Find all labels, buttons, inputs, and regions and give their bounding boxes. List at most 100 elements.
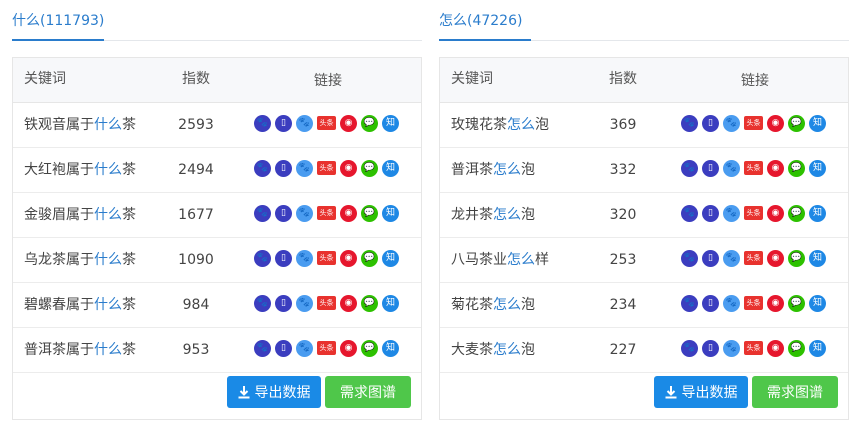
baidu-mobile-icon[interactable]: ▯: [702, 340, 719, 357]
baidu-mobile-icon[interactable]: ▯: [702, 295, 719, 312]
baidu-index-icon[interactable]: 🐾: [296, 205, 313, 222]
export-data-button[interactable]: 导出数据: [654, 376, 748, 408]
toutiao-icon[interactable]: 头条: [317, 161, 336, 175]
baidu-index-icon[interactable]: 🐾: [296, 340, 313, 357]
toutiao-icon[interactable]: 头条: [744, 251, 763, 265]
baidu-pc-icon[interactable]: 🐾: [254, 205, 271, 222]
request-graph-button[interactable]: 需求图谱: [325, 376, 411, 408]
tab-zenme[interactable]: 怎么(47226): [439, 10, 522, 30]
weibo-icon[interactable]: ◉: [767, 250, 784, 267]
wechat-icon[interactable]: 💬: [788, 160, 805, 177]
baidu-pc-icon[interactable]: 🐾: [681, 205, 698, 222]
baidu-index-icon[interactable]: 🐾: [723, 160, 740, 177]
weibo-icon[interactable]: ◉: [767, 115, 784, 132]
keyword-link[interactable]: 铁观音属于什么茶: [24, 103, 136, 147]
zhihu-icon[interactable]: 知: [382, 295, 399, 312]
keyword-link[interactable]: 大麦茶怎么泡: [451, 328, 535, 372]
wechat-icon[interactable]: 💬: [361, 340, 378, 357]
toutiao-icon[interactable]: 头条: [744, 161, 763, 175]
baidu-pc-icon[interactable]: 🐾: [681, 115, 698, 132]
keyword-link[interactable]: 玫瑰花茶怎么泡: [451, 103, 549, 147]
wechat-icon[interactable]: 💬: [788, 295, 805, 312]
baidu-pc-icon[interactable]: 🐾: [681, 295, 698, 312]
keyword-link[interactable]: 普洱茶属于什么茶: [24, 328, 136, 372]
baidu-mobile-icon[interactable]: ▯: [275, 250, 292, 267]
baidu-mobile-icon[interactable]: ▯: [275, 160, 292, 177]
baidu-mobile-icon[interactable]: ▯: [275, 295, 292, 312]
toutiao-icon[interactable]: 头条: [317, 116, 336, 130]
zhihu-icon[interactable]: 知: [809, 205, 826, 222]
keyword-link[interactable]: 碧螺春属于什么茶: [24, 283, 136, 327]
keyword-link[interactable]: 普洱茶怎么泡: [451, 148, 535, 192]
zhihu-icon[interactable]: 知: [382, 340, 399, 357]
baidu-index-icon[interactable]: 🐾: [296, 160, 313, 177]
zhihu-icon[interactable]: 知: [382, 250, 399, 267]
zhihu-icon[interactable]: 知: [809, 295, 826, 312]
wechat-icon[interactable]: 💬: [788, 115, 805, 132]
request-graph-button[interactable]: 需求图谱: [752, 376, 838, 408]
weibo-icon[interactable]: ◉: [340, 340, 357, 357]
baidu-index-icon[interactable]: 🐾: [723, 295, 740, 312]
baidu-index-icon[interactable]: 🐾: [296, 115, 313, 132]
weibo-icon[interactable]: ◉: [340, 160, 357, 177]
wechat-icon[interactable]: 💬: [788, 205, 805, 222]
keyword-link[interactable]: 菊花茶怎么泡: [451, 283, 535, 327]
baidu-pc-icon[interactable]: 🐾: [681, 160, 698, 177]
keyword-link[interactable]: 乌龙茶属于什么茶: [24, 238, 136, 282]
wechat-icon[interactable]: 💬: [788, 340, 805, 357]
baidu-index-icon[interactable]: 🐾: [723, 340, 740, 357]
toutiao-icon[interactable]: 头条: [744, 206, 763, 220]
baidu-index-icon[interactable]: 🐾: [723, 205, 740, 222]
toutiao-icon[interactable]: 头条: [317, 296, 336, 310]
weibo-icon[interactable]: ◉: [767, 205, 784, 222]
zhihu-icon[interactable]: 知: [809, 115, 826, 132]
keyword-link[interactable]: 大红袍属于什么茶: [24, 148, 136, 192]
zhihu-icon[interactable]: 知: [382, 160, 399, 177]
export-data-button[interactable]: 导出数据: [227, 376, 321, 408]
toutiao-icon[interactable]: 头条: [317, 206, 336, 220]
zhihu-icon[interactable]: 知: [809, 160, 826, 177]
toutiao-icon[interactable]: 头条: [744, 116, 763, 130]
toutiao-icon[interactable]: 头条: [744, 341, 763, 355]
baidu-index-icon[interactable]: 🐾: [723, 250, 740, 267]
weibo-icon[interactable]: ◉: [340, 250, 357, 267]
weibo-icon[interactable]: ◉: [340, 115, 357, 132]
baidu-mobile-icon[interactable]: ▯: [275, 340, 292, 357]
baidu-mobile-icon[interactable]: ▯: [702, 250, 719, 267]
baidu-pc-icon[interactable]: 🐾: [254, 250, 271, 267]
baidu-index-icon[interactable]: 🐾: [723, 115, 740, 132]
keyword-link[interactable]: 龙井茶怎么泡: [451, 193, 535, 237]
baidu-mobile-icon[interactable]: ▯: [275, 205, 292, 222]
wechat-icon[interactable]: 💬: [361, 115, 378, 132]
weibo-icon[interactable]: ◉: [767, 295, 784, 312]
baidu-pc-icon[interactable]: 🐾: [254, 115, 271, 132]
baidu-index-icon[interactable]: 🐾: [296, 250, 313, 267]
weibo-icon[interactable]: ◉: [340, 295, 357, 312]
zhihu-icon[interactable]: 知: [809, 250, 826, 267]
wechat-icon[interactable]: 💬: [361, 205, 378, 222]
baidu-mobile-icon[interactable]: ▯: [702, 115, 719, 132]
wechat-icon[interactable]: 💬: [361, 250, 378, 267]
weibo-icon[interactable]: ◉: [767, 160, 784, 177]
keyword-link[interactable]: 八马茶业怎么样: [451, 238, 549, 282]
baidu-pc-icon[interactable]: 🐾: [254, 295, 271, 312]
baidu-pc-icon[interactable]: 🐾: [681, 250, 698, 267]
weibo-icon[interactable]: ◉: [767, 340, 784, 357]
baidu-mobile-icon[interactable]: ▯: [702, 205, 719, 222]
baidu-pc-icon[interactable]: 🐾: [254, 340, 271, 357]
zhihu-icon[interactable]: 知: [382, 205, 399, 222]
weibo-icon[interactable]: ◉: [340, 205, 357, 222]
toutiao-icon[interactable]: 头条: [744, 296, 763, 310]
keyword-link[interactable]: 金骏眉属于什么茶: [24, 193, 136, 237]
toutiao-icon[interactable]: 头条: [317, 251, 336, 265]
baidu-mobile-icon[interactable]: ▯: [702, 160, 719, 177]
baidu-pc-icon[interactable]: 🐾: [254, 160, 271, 177]
tab-shenme[interactable]: 什么(111793): [12, 10, 104, 30]
baidu-mobile-icon[interactable]: ▯: [275, 115, 292, 132]
baidu-index-icon[interactable]: 🐾: [296, 295, 313, 312]
zhihu-icon[interactable]: 知: [382, 115, 399, 132]
wechat-icon[interactable]: 💬: [361, 295, 378, 312]
zhihu-icon[interactable]: 知: [809, 340, 826, 357]
toutiao-icon[interactable]: 头条: [317, 341, 336, 355]
wechat-icon[interactable]: 💬: [361, 160, 378, 177]
